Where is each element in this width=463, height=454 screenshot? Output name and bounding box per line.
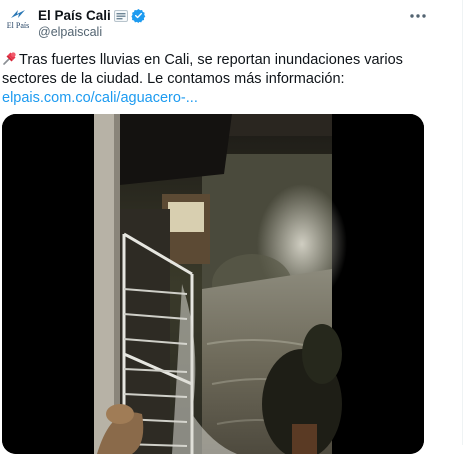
- organization-badge-icon[interactable]: [113, 9, 128, 22]
- tweet-header: El País Cali @elpaiscali: [38, 7, 146, 39]
- avatar[interactable]: El País: [6, 8, 30, 34]
- more-options-button[interactable]: [408, 8, 428, 24]
- avatar-brand-text: El País: [6, 21, 30, 30]
- name-row: El País Cali: [38, 7, 146, 24]
- display-name[interactable]: El País Cali: [38, 8, 111, 23]
- article-link[interactable]: elpais.com.co/cali/aguacero-...: [2, 90, 198, 106]
- tweet-body: Tras fuertes lluvias en Cali, se reporta…: [2, 52, 403, 87]
- more-options-icon: [410, 14, 426, 18]
- video-player[interactable]: [2, 114, 424, 454]
- el-pais-logo-icon: [11, 10, 25, 18]
- pushpin-emoji-icon: [3, 52, 16, 65]
- verified-checkmark-icon[interactable]: [131, 8, 146, 23]
- tweet-text: Tras fuertes lluvias en Cali, se reporta…: [2, 50, 442, 108]
- flooded-street-video-thumbnail: [2, 114, 424, 454]
- user-handle[interactable]: @elpaiscali: [38, 25, 146, 39]
